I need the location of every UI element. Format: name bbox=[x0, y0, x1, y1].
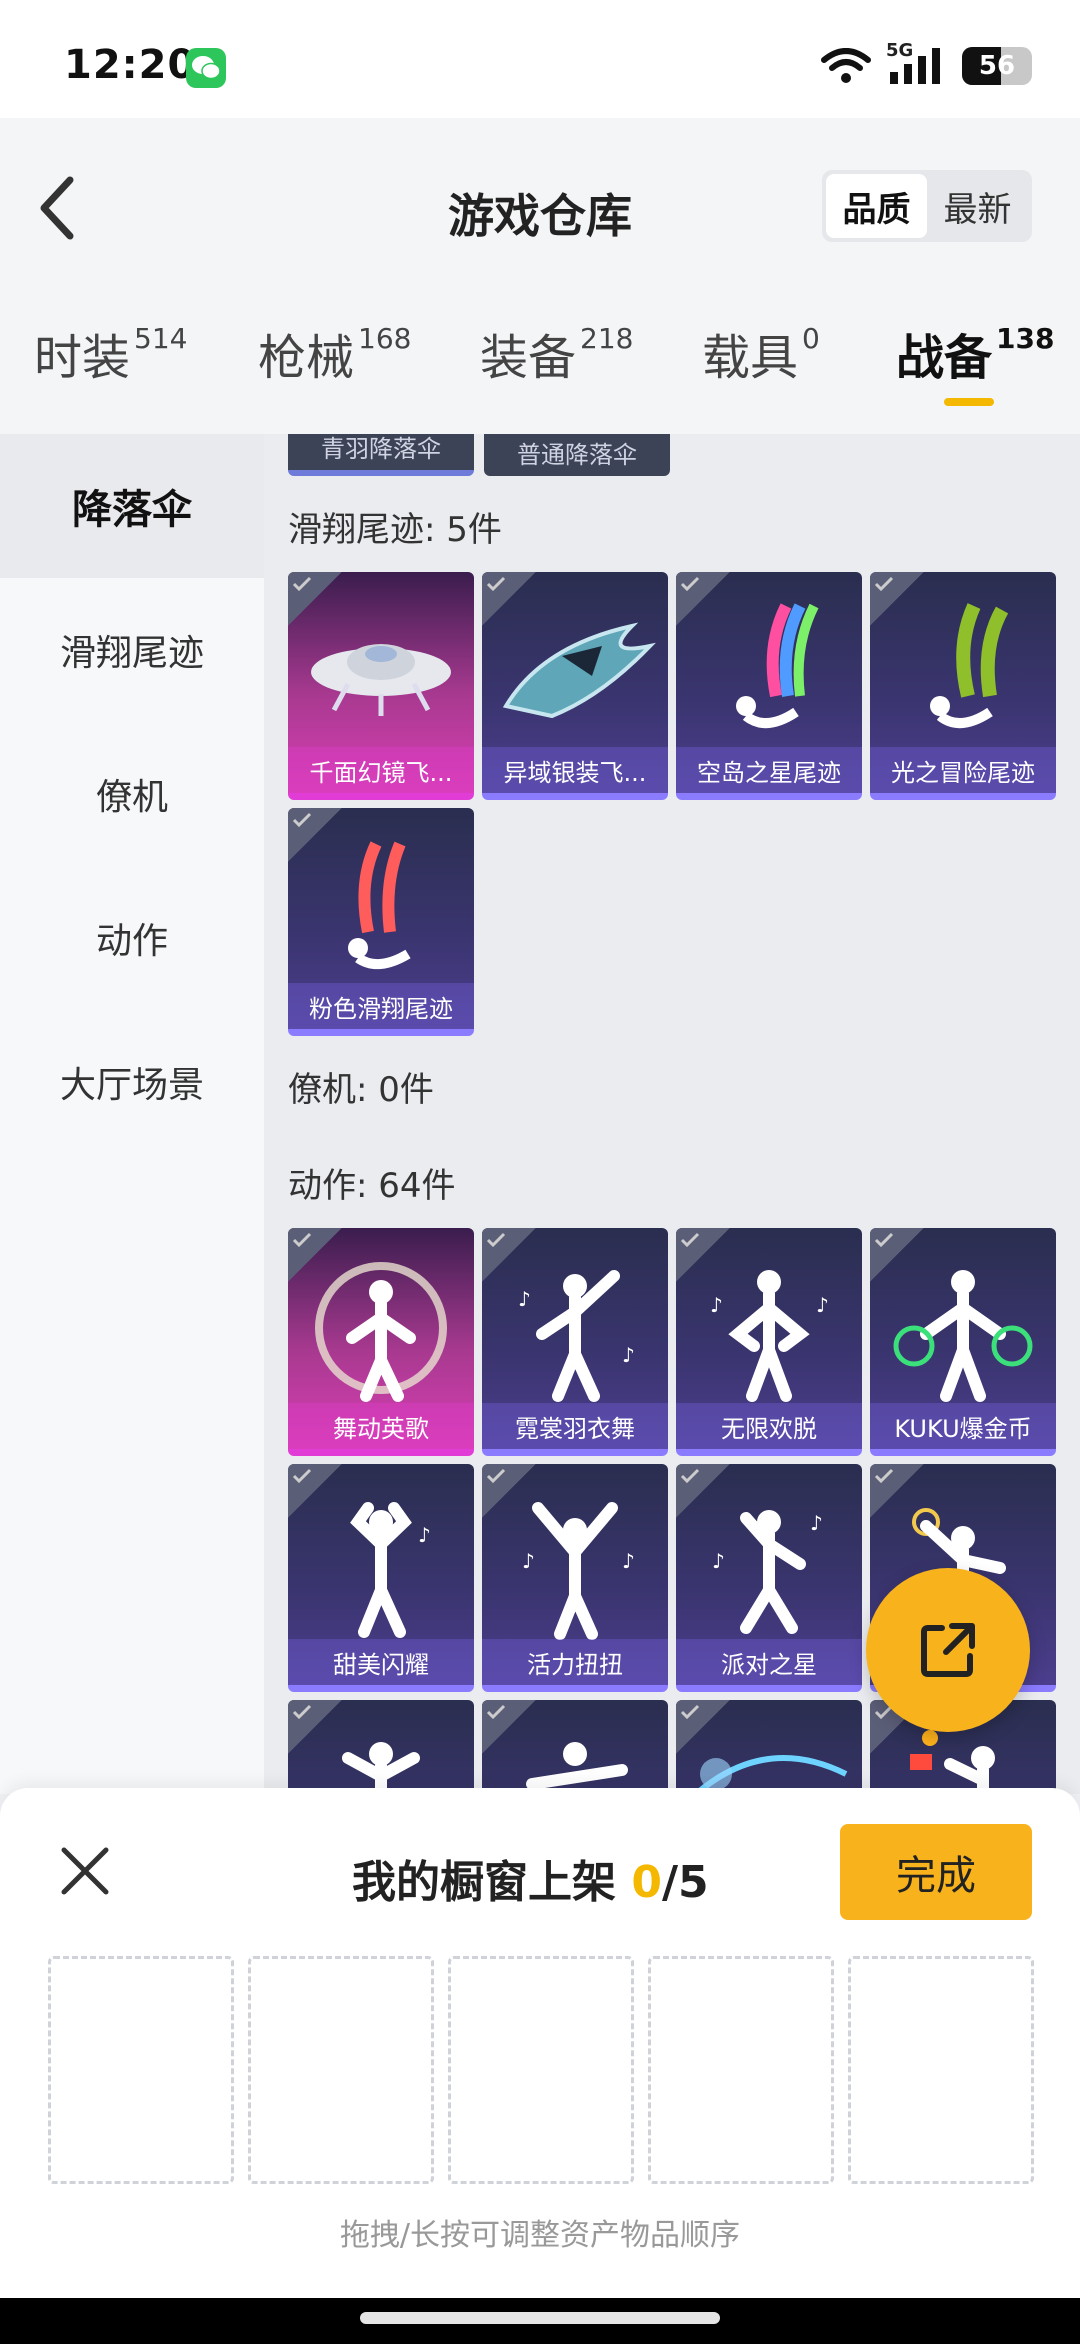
dancer-icon: ♪♪ bbox=[518, 1270, 635, 1402]
rainbow-trail-icon bbox=[736, 603, 819, 728]
active-tab-indicator bbox=[944, 398, 994, 406]
showcase-slot[interactable] bbox=[648, 1956, 834, 2184]
tab-vehicles[interactable]: 载具 0 bbox=[702, 318, 820, 388]
system-nav-bar bbox=[0, 2298, 1080, 2344]
svg-text:♪: ♪ bbox=[522, 1549, 535, 1573]
ufo-icon bbox=[311, 644, 451, 716]
wechat-notification-icon bbox=[186, 48, 226, 88]
close-icon bbox=[61, 1847, 109, 1895]
status-time: 12:20 bbox=[64, 42, 197, 88]
parachute-item[interactable]: 普通降落伞 bbox=[484, 434, 670, 476]
item-card[interactable]: 千面幻镜飞... bbox=[288, 572, 474, 800]
showcase-slot[interactable] bbox=[448, 1956, 634, 2184]
section-title-wingman: 僚机: 0件 bbox=[288, 1070, 434, 1110]
svg-text:♪: ♪ bbox=[518, 1287, 531, 1311]
item-card[interactable] bbox=[288, 1700, 474, 1794]
sort-latest-button[interactable]: 最新 bbox=[927, 174, 1028, 238]
showcase-slot[interactable] bbox=[48, 1956, 234, 2184]
section-title-action: 动作: 64件 bbox=[288, 1166, 456, 1206]
sidebar: 降落伞 滑翔尾迹 僚机 动作 大厅场景 bbox=[0, 434, 264, 1794]
sidebar-item-action[interactable]: 动作 bbox=[0, 866, 264, 1010]
dancer-icon: ♪♪ bbox=[710, 1270, 829, 1402]
header: 游戏仓库 品质 最新 时装 514 枪械 168 装备 218 载具 0 战备 138 bbox=[0, 118, 1080, 434]
svg-text:♪: ♪ bbox=[810, 1511, 823, 1535]
sidebar-item-glide-trail[interactable]: 滑翔尾迹 bbox=[0, 578, 264, 722]
dancer-icon bbox=[342, 1742, 420, 1794]
reorder-hint: 拖拽/长按可调整资产物品顺序 bbox=[339, 2218, 741, 2253]
alien-craft-icon bbox=[502, 622, 656, 719]
tab-equipment[interactable]: 装备 218 bbox=[480, 318, 633, 388]
sidebar-item-parachute[interactable]: 降落伞 bbox=[0, 434, 264, 578]
item-card[interactable]: ♪ ♪ 活力扭扭 bbox=[482, 1464, 668, 1692]
item-card[interactable]: 光之冒险尾迹 bbox=[870, 572, 1056, 800]
cellular-signal-icon: 5G bbox=[886, 40, 948, 86]
item-card[interactable] bbox=[482, 1700, 668, 1794]
battery-icon: 56 bbox=[962, 47, 1032, 85]
status-bar: 12:20 5G 56 bbox=[0, 0, 1080, 118]
sidebar-item-lobby-scene[interactable]: 大厅场景 bbox=[0, 1010, 264, 1154]
svg-text:♪: ♪ bbox=[622, 1549, 635, 1573]
dancer-icon: ♪♪ bbox=[712, 1510, 823, 1634]
item-card[interactable]: 舞动英歌 bbox=[288, 1228, 474, 1456]
item-card[interactable]: KUKU爆金币 bbox=[870, 1228, 1056, 1456]
showcase-count: 0 bbox=[631, 1857, 662, 1908]
item-card[interactable]: 空岛之星尾迹 bbox=[676, 572, 862, 800]
item-card[interactable] bbox=[676, 1700, 862, 1794]
dancer-icon bbox=[526, 1742, 628, 1790]
section-title-trail: 滑翔尾迹: 5件 bbox=[288, 510, 502, 550]
close-button[interactable] bbox=[58, 1844, 112, 1898]
item-card[interactable]: ♪ ♪ 霓裳羽衣舞 bbox=[482, 1228, 668, 1456]
wifi-icon bbox=[821, 48, 871, 83]
dancer-icon: ♪♪ bbox=[522, 1502, 635, 1640]
external-link-icon bbox=[921, 1623, 975, 1677]
sort-quality-button[interactable]: 品质 bbox=[826, 174, 927, 238]
tab-fashion[interactable]: 时装 514 bbox=[34, 318, 187, 388]
item-card[interactable]: ♪ ♪ 无限欢脱 bbox=[676, 1228, 862, 1456]
tab-battle-gear[interactable]: 战备 138 bbox=[896, 318, 1054, 388]
sort-toggle: 品质 最新 bbox=[822, 170, 1032, 242]
item-card[interactable]: 粉色滑翔尾迹 bbox=[288, 808, 474, 1036]
green-trail-icon bbox=[930, 603, 1009, 728]
share-button[interactable] bbox=[866, 1568, 1030, 1732]
home-indicator[interactable] bbox=[360, 2312, 720, 2324]
category-tabs: 时装 514 枪械 168 装备 218 载具 0 战备 138 bbox=[0, 318, 1080, 434]
parachute-item[interactable]: 青羽降落伞 bbox=[288, 434, 474, 476]
dancer-icon: ♪ bbox=[350, 1502, 431, 1638]
svg-text:♪: ♪ bbox=[710, 1293, 723, 1317]
item-card[interactable]: ♪ 甜美闪耀 bbox=[288, 1464, 474, 1692]
tab-guns[interactable]: 枪械 168 bbox=[258, 318, 411, 388]
glow-trail-icon bbox=[694, 1755, 848, 1794]
showcase-slots bbox=[48, 1956, 1034, 2184]
svg-text:♪: ♪ bbox=[622, 1343, 635, 1367]
svg-text:♪: ♪ bbox=[816, 1293, 829, 1317]
showcase-slot[interactable] bbox=[248, 1956, 434, 2184]
showcase-sheet: 我的橱窗上架 0/5 完成 拖拽/长按可调整资产物品顺序 bbox=[0, 1788, 1080, 2298]
svg-text:♪: ♪ bbox=[712, 1549, 725, 1573]
sheet-title: 我的橱窗上架 0/5 bbox=[352, 1857, 709, 1908]
done-button[interactable]: 完成 bbox=[840, 1824, 1032, 1920]
money-bag-icon bbox=[893, 1270, 1033, 1402]
item-card[interactable]: 异域银装飞... bbox=[482, 572, 668, 800]
item-card[interactable]: ♪ ♪ 派对之星 bbox=[676, 1464, 862, 1692]
sidebar-item-wingman[interactable]: 僚机 bbox=[0, 722, 264, 866]
svg-text:♪: ♪ bbox=[418, 1523, 431, 1547]
pink-trail-icon bbox=[348, 841, 411, 969]
dancer-icon bbox=[315, 1262, 447, 1402]
showcase-slot[interactable] bbox=[848, 1956, 1034, 2184]
